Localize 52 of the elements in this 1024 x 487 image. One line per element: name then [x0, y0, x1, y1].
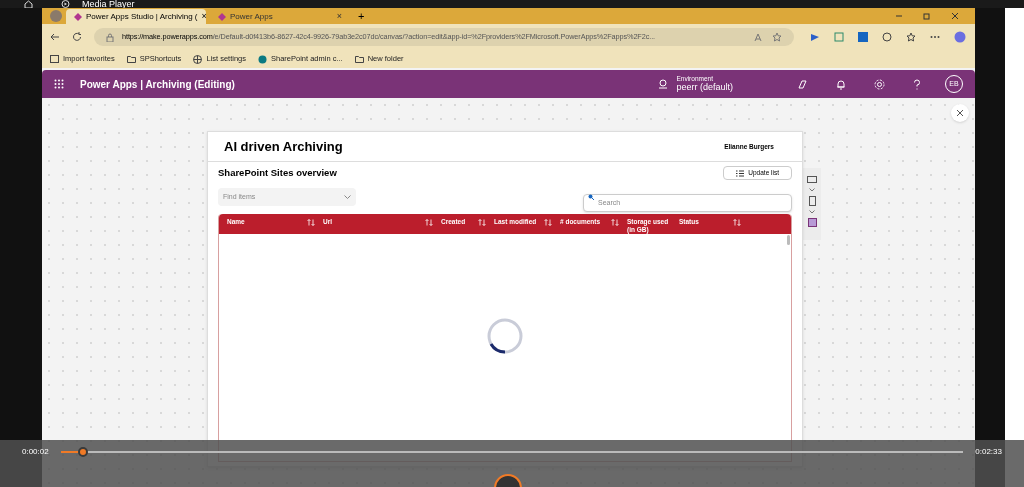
studio-title: Power Apps | Archiving (Editing): [80, 77, 235, 92]
read-aloud-icon: [754, 32, 764, 42]
folder-icon: [354, 55, 364, 63]
lock-icon: [106, 32, 114, 42]
desktop-icon[interactable]: [807, 176, 817, 184]
extension-icon: [858, 32, 868, 42]
calendar-icon[interactable]: [807, 218, 817, 227]
app-launcher-icon[interactable]: [54, 79, 64, 89]
refresh-icon: [72, 32, 82, 42]
app-logo-icon: [218, 12, 226, 21]
environment-icon: [658, 79, 669, 89]
globe-icon: [193, 54, 203, 64]
environment-name[interactable]: peerr (default): [676, 82, 733, 92]
total-time: 0:02:33: [975, 447, 1002, 457]
list-icon: [736, 169, 745, 177]
browser-tab[interactable]: Power Apps Studio | Archiving ( ×: [66, 9, 206, 24]
close-icon: [951, 12, 959, 20]
section-heading: SharePoint Sites overview: [218, 166, 337, 180]
play-icon: [61, 0, 70, 8]
close-button[interactable]: [951, 104, 969, 122]
extension-icon: [810, 32, 820, 42]
close-tab-button[interactable]: ×: [201, 9, 207, 24]
star-icon: [772, 32, 782, 42]
close-icon: [956, 109, 964, 117]
extension-icon: [834, 32, 844, 42]
folder-icon: [126, 55, 136, 63]
app-title: AI driven Archiving: [224, 137, 343, 156]
tab-label: Power Apps: [230, 10, 274, 23]
scrollbar-thumb[interactable]: [787, 235, 790, 246]
home-icon: [24, 0, 33, 8]
elapsed-time: 0:00:02: [22, 447, 49, 457]
browser-tab[interactable]: Power Apps ×: [210, 9, 350, 24]
phone-icon[interactable]: [808, 196, 816, 206]
seek-thumb[interactable]: [78, 447, 89, 457]
new-tab-button[interactable]: +: [354, 9, 369, 24]
close-tab-button[interactable]: ×: [336, 9, 342, 24]
chevron-down-icon: [809, 210, 815, 214]
back-icon: [50, 32, 60, 42]
chevron-down-icon: [344, 195, 351, 200]
player-title: Media Player: [82, 0, 135, 8]
restore-icon: [923, 12, 931, 20]
search-icon: [588, 194, 594, 201]
more-icon: [930, 35, 940, 39]
minimize-icon: [895, 12, 903, 20]
notification-icon[interactable]: [836, 78, 846, 90]
import-icon: [50, 55, 59, 63]
app-logo-icon: [74, 12, 82, 21]
favorites-icon: [906, 32, 916, 42]
tab-label: Power Apps Studio | Archiving (: [86, 10, 198, 23]
chevron-down-icon: [809, 188, 815, 192]
settings-icon[interactable]: [874, 78, 885, 90]
help-icon[interactable]: [913, 78, 921, 90]
